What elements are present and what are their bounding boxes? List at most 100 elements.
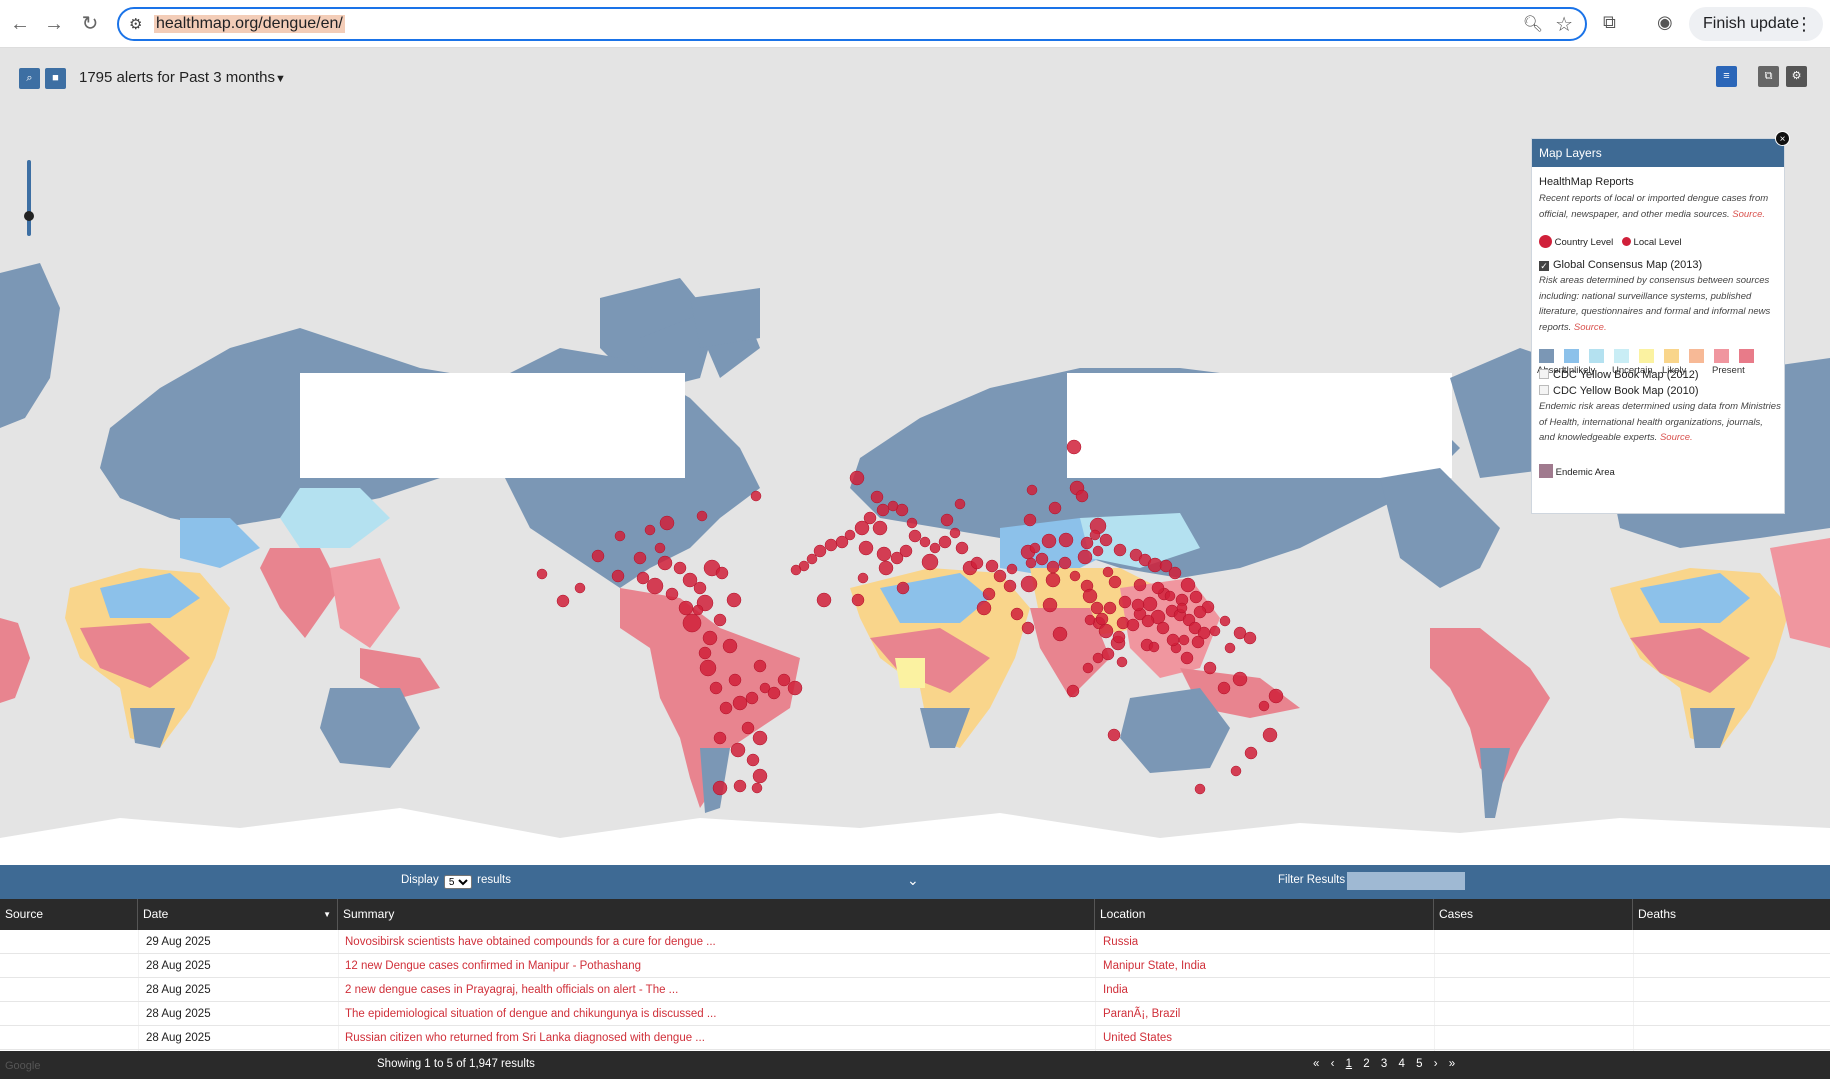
alert-marker[interactable] <box>849 470 865 486</box>
alert-marker[interactable] <box>1108 575 1122 589</box>
alert-marker[interactable] <box>692 604 704 616</box>
period-dropdown[interactable]: Past 3 months <box>179 69 275 86</box>
alert-marker[interactable] <box>1021 621 1035 635</box>
alert-marker[interactable] <box>767 686 781 700</box>
alert-marker[interactable] <box>857 572 869 584</box>
alert-marker[interactable] <box>646 577 664 595</box>
consensus-checkbox[interactable]: ✓ <box>1539 261 1549 271</box>
alert-marker[interactable] <box>1080 536 1094 550</box>
alert-marker[interactable] <box>713 731 727 745</box>
alert-marker[interactable] <box>713 613 727 627</box>
alert-marker[interactable] <box>1026 484 1038 496</box>
alert-marker[interactable] <box>1092 545 1104 557</box>
address-bar[interactable]: ⚙ healthmap.org/dengue/en/ 🔍︎ ☆ <box>117 7 1587 41</box>
page-5[interactable]: 5 <box>1416 1058 1422 1070</box>
page-4[interactable]: 4 <box>1398 1058 1404 1070</box>
cell-summary[interactable]: The epidemiological situation of dengue … <box>345 1002 1085 1026</box>
close-icon[interactable]: × <box>1775 131 1790 146</box>
finish-update-button[interactable]: Finish update ⋮ <box>1689 7 1823 41</box>
alert-marker[interactable] <box>1023 513 1037 527</box>
alert-marker[interactable] <box>1116 656 1128 668</box>
list-view-icon[interactable]: ≡ <box>1716 66 1737 87</box>
alert-marker[interactable] <box>1262 727 1278 743</box>
alert-marker[interactable] <box>1232 671 1248 687</box>
folder-icon[interactable]: ■ <box>45 68 66 89</box>
cdc-2010-toggle[interactable]: CDC Yellow Book Map (2010) <box>1539 385 1699 397</box>
alert-marker[interactable] <box>728 673 742 687</box>
alert-marker[interactable] <box>1058 556 1072 570</box>
alert-marker[interactable] <box>750 490 762 502</box>
alert-marker[interactable] <box>1102 566 1114 578</box>
alert-marker[interactable] <box>1243 631 1257 645</box>
forward-icon[interactable]: → <box>40 10 68 38</box>
alert-marker[interactable] <box>556 594 570 608</box>
zoom-icon[interactable]: 🔍︎ <box>1523 14 1543 34</box>
alert-marker[interactable] <box>906 517 918 529</box>
alert-marker[interactable] <box>1077 549 1093 565</box>
search-icon[interactable]: ⌕ <box>19 68 40 89</box>
alert-marker[interactable] <box>982 587 996 601</box>
alert-marker[interactable] <box>954 498 966 510</box>
alert-marker[interactable] <box>970 556 984 570</box>
alert-marker[interactable] <box>741 721 755 735</box>
sort-down-icon[interactable]: ▼ <box>323 899 331 930</box>
alert-marker[interactable] <box>1189 590 1203 604</box>
alert-marker[interactable] <box>665 587 679 601</box>
col-summary[interactable]: Summary <box>338 899 1095 930</box>
alert-marker[interactable] <box>824 538 838 552</box>
alert-marker[interactable] <box>1151 581 1165 595</box>
cell-location[interactable]: India <box>1103 978 1128 1002</box>
alert-marker[interactable] <box>1118 595 1132 609</box>
alert-marker[interactable] <box>787 680 803 696</box>
page-3[interactable]: 3 <box>1381 1058 1387 1070</box>
alert-marker[interactable] <box>876 546 892 562</box>
alert-marker[interactable] <box>752 730 768 746</box>
alert-marker[interactable] <box>1141 614 1155 628</box>
alert-marker[interactable] <box>1046 560 1060 574</box>
alert-marker[interactable] <box>611 569 625 583</box>
alert-marker[interactable] <box>1103 601 1117 615</box>
alert-marker[interactable] <box>751 782 763 794</box>
table-row[interactable]: G28 Aug 202512 new Dengue cases confirme… <box>0 954 1830 978</box>
alert-marker[interactable] <box>777 673 791 687</box>
alert-marker[interactable] <box>574 582 586 594</box>
alert-marker[interactable] <box>1082 588 1098 604</box>
col-deaths[interactable]: Deaths <box>1633 899 1830 930</box>
alert-marker[interactable] <box>1180 577 1196 593</box>
col-cases[interactable]: Cases <box>1434 899 1633 930</box>
consensus-toggle[interactable]: ✓ Global Consensus Map (2013) <box>1539 259 1702 271</box>
alert-marker[interactable] <box>1020 575 1038 593</box>
alert-marker[interactable] <box>1164 590 1176 602</box>
healthmap-source-link[interactable]: Source. <box>1732 209 1765 220</box>
profile-icon[interactable]: ◉ <box>1657 12 1673 33</box>
alert-marker[interactable] <box>790 564 802 576</box>
alert-marker[interactable] <box>878 560 894 576</box>
alert-marker[interactable] <box>858 540 874 556</box>
alert-marker[interactable] <box>1112 630 1126 644</box>
page-1[interactable]: 1 <box>1346 1058 1352 1070</box>
alert-marker[interactable] <box>678 600 694 616</box>
table-row[interactable]: G28 Aug 2025The epidemiological situatio… <box>0 1002 1830 1026</box>
cell-summary[interactable]: 2 new dengue cases in Prayagraj, health … <box>345 978 1085 1002</box>
alert-marker[interactable] <box>1107 728 1121 742</box>
alert-marker[interactable] <box>1148 641 1160 653</box>
cell-summary[interactable]: Russian citizen who returned from Sri La… <box>345 1026 1085 1050</box>
alert-marker[interactable] <box>1203 661 1217 675</box>
alert-marker[interactable] <box>1101 647 1115 661</box>
alert-marker[interactable] <box>659 515 675 531</box>
alert-marker[interactable] <box>746 753 760 767</box>
cell-summary[interactable]: 12 new Dengue cases confirmed in Manipur… <box>345 954 1085 978</box>
alert-marker[interactable] <box>1194 783 1206 795</box>
alert-marker[interactable] <box>733 779 747 793</box>
caret-down-icon[interactable]: ▼ <box>275 73 286 85</box>
alert-marker[interactable] <box>1126 618 1140 632</box>
alert-marker[interactable] <box>1084 614 1096 626</box>
cell-location[interactable]: Manipur State, India <box>1103 954 1206 978</box>
site-settings-icon[interactable]: ⚙ <box>129 15 142 33</box>
alert-marker[interactable] <box>1052 626 1068 642</box>
col-location[interactable]: Location <box>1095 899 1434 930</box>
alert-marker[interactable] <box>835 535 849 549</box>
alert-marker[interactable] <box>1048 501 1062 515</box>
alert-marker[interactable] <box>1230 765 1242 777</box>
alert-marker[interactable] <box>985 559 999 573</box>
